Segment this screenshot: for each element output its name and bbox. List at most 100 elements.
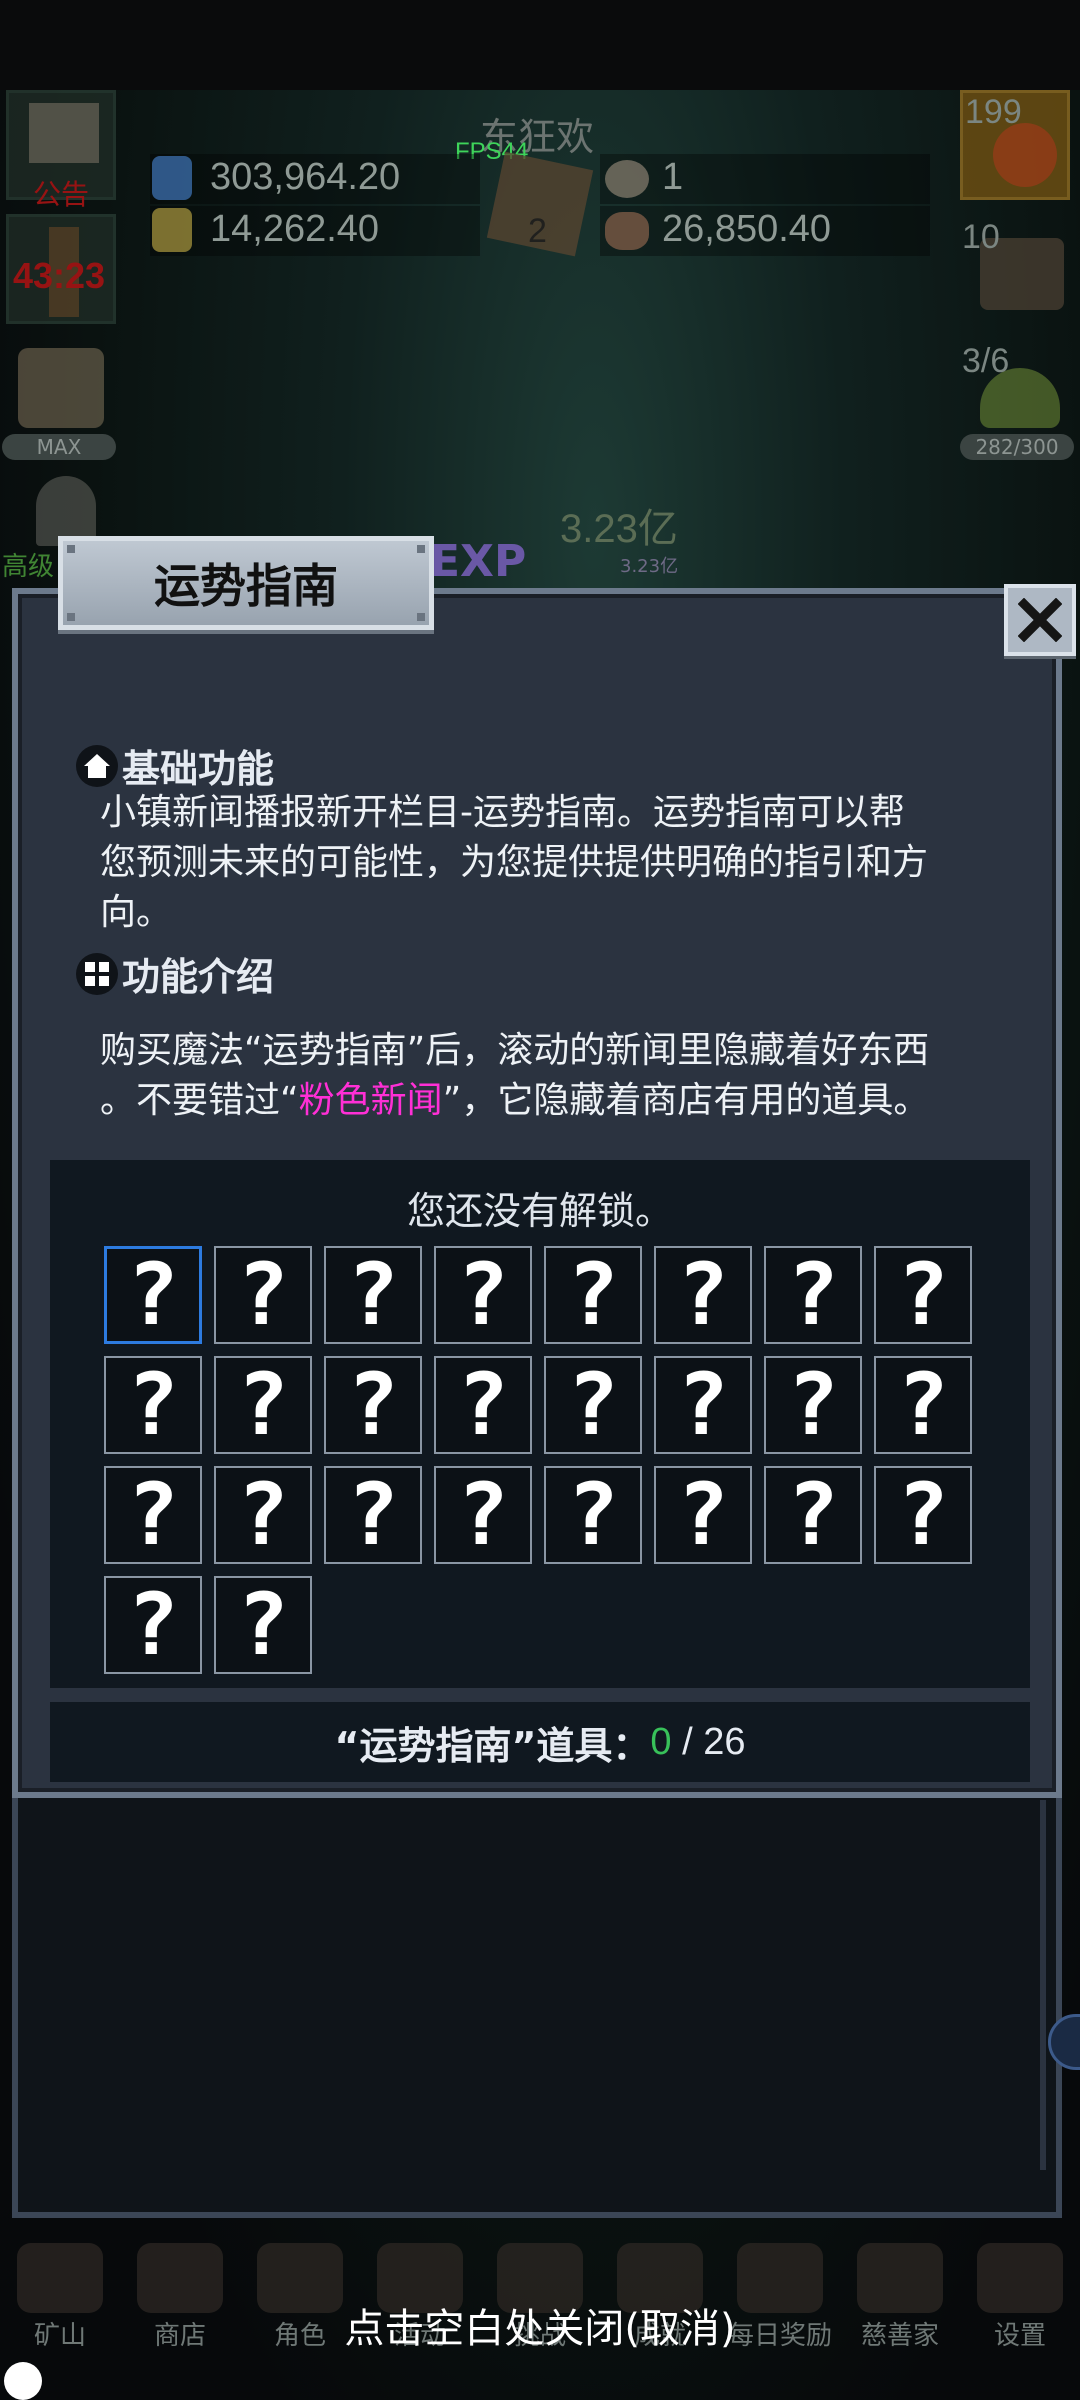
home-icon [76, 744, 118, 787]
beer-icon [18, 348, 104, 428]
slime-count: 3/6 [962, 342, 1010, 380]
locked-item-slot[interactable]: ? [764, 1356, 862, 1454]
locked-item-slot[interactable]: ? [544, 1466, 642, 1564]
question-mark-icon: ? [457, 1355, 509, 1455]
locked-item-slot[interactable]: ? [104, 1466, 202, 1564]
locked-item-slot[interactable]: ? [874, 1246, 972, 1344]
locked-item-slot[interactable]: ? [764, 1466, 862, 1564]
question-mark-icon: ? [897, 1355, 949, 1455]
stone-icon [605, 160, 649, 198]
section-intro-line-2-b: ”，它隐藏着商店有用的道具。 [442, 1080, 930, 1121]
section-intro-line-1: 购买魔法“运势指南”后，滚动的新闻里隐藏着好东西 [100, 1030, 930, 1071]
locked-item-slot[interactable]: ? [434, 1246, 532, 1344]
mana-amount: 303,964.20 [210, 156, 401, 198]
section-basic-heading: 基础功能 [76, 738, 274, 793]
section-basic-title: 基础功能 [122, 747, 275, 791]
locked-item-slot[interactable]: ? [434, 1356, 532, 1454]
locked-item-slot[interactable]: ? [104, 1576, 202, 1674]
question-mark-icon: ? [237, 1465, 289, 1565]
close-hint[interactable]: 点击空白处关闭(取消) [0, 2296, 1080, 2354]
beer-button[interactable] [6, 338, 116, 448]
counter-label: “运势指南”道具： [334, 1723, 651, 1768]
locked-item-slot[interactable]: ? [434, 1466, 532, 1564]
question-mark-icon: ? [347, 1245, 399, 1345]
locked-item-slot[interactable]: ? [544, 1356, 642, 1454]
question-mark-icon: ? [567, 1245, 619, 1345]
potion-count: 199 [965, 93, 1022, 131]
locked-item-slot[interactable]: ? [104, 1356, 202, 1454]
meat-amount: 26,850.40 [662, 208, 832, 250]
section-intro-heading: 功能介绍 [76, 946, 274, 1001]
pink-news-highlight: 粉色新闻 [298, 1080, 443, 1121]
scrollbar[interactable] [1040, 1800, 1046, 2170]
section-intro-line-2-a: 。不要错过“ [100, 1080, 299, 1121]
close-button[interactable] [1004, 584, 1076, 656]
question-mark-icon: ? [347, 1355, 399, 1455]
question-mark-icon: ? [567, 1355, 619, 1455]
locked-item-slot[interactable]: ? [324, 1246, 422, 1344]
locked-message: 您还没有解锁。 [406, 1189, 673, 1233]
question-mark-icon: ? [677, 1245, 729, 1345]
locked-item-slot[interactable]: ? [654, 1246, 752, 1344]
question-mark-icon: ? [237, 1245, 289, 1345]
gold-potion-icon [152, 208, 192, 252]
locked-item-slot[interactable]: ? [874, 1466, 972, 1564]
locked-item-slot[interactable]: ? [874, 1356, 972, 1454]
question-mark-icon: ? [787, 1355, 839, 1455]
dialog-title: 运势指南 [154, 559, 338, 613]
question-mark-icon: ? [457, 1465, 509, 1565]
question-mark-icon: ? [457, 1245, 509, 1345]
book-count: 2 [528, 212, 547, 250]
locked-item-slot[interactable]: ? [324, 1356, 422, 1454]
dialog-title-plate: 运势指南 [58, 536, 434, 630]
stone-amount: 1 [662, 156, 684, 198]
meat-icon [605, 212, 649, 250]
bg-loot-amount-small: 3.23亿 [620, 556, 679, 577]
scroll-icon [29, 103, 99, 163]
slime-progress: 282/300 [960, 434, 1074, 460]
locked-item-slot[interactable]: ? [214, 1246, 312, 1344]
notice-label: 公告 [33, 178, 90, 211]
notice-button[interactable]: 公告 [6, 90, 116, 211]
touch-indicator [4, 2362, 42, 2400]
locked-item-slot[interactable]: ? [214, 1466, 312, 1564]
section-basic-line-2: 您预测未来的可能性，为您提供提供明确的指引和方 [100, 842, 929, 883]
section-basic-line-1: 小镇新闻播报新开栏目-运势指南。运势指南可以帮 [100, 792, 905, 833]
question-mark-icon: ? [347, 1465, 399, 1565]
bg-exp-label: EXP [430, 536, 527, 587]
question-mark-icon: ? [567, 1465, 619, 1565]
locked-item-slot[interactable]: ? [214, 1576, 312, 1674]
locked-item-slot[interactable]: ? [324, 1466, 422, 1564]
slime-button[interactable]: 3/6 [960, 338, 1070, 448]
potion-icon [993, 123, 1057, 187]
question-mark-icon: ? [787, 1245, 839, 1345]
item-counter-bar: “运势指南”道具： 0 / 26 [50, 1702, 1030, 1782]
gold-amount: 14,262.40 [210, 208, 380, 250]
locked-item-slot[interactable]: ? [654, 1356, 752, 1454]
question-mark-icon: ? [127, 1575, 179, 1675]
question-mark-icon: ? [237, 1575, 289, 1675]
dialog-lower-panel [12, 1798, 1062, 2218]
question-mark-icon: ? [677, 1355, 729, 1455]
locked-item-slot[interactable]: ? [214, 1356, 312, 1454]
status-area [0, 0, 1080, 90]
mana-potion-icon [152, 156, 192, 200]
locked-item-slot[interactable]: ? [104, 1246, 202, 1344]
timer-label: 43:23 [13, 255, 106, 296]
locked-item-slot[interactable]: ? [654, 1466, 752, 1564]
resource-row-3 [600, 154, 930, 204]
torch-timer-button[interactable]: 43:23 [6, 214, 116, 324]
potion-button[interactable]: 199 [960, 90, 1070, 200]
question-mark-icon: ? [127, 1465, 179, 1565]
max-badge: MAX [2, 434, 116, 460]
chest-count: 10 [962, 218, 1000, 256]
counter-value: 0 [650, 1720, 672, 1763]
section-basic-line-3: 向。 [100, 892, 173, 933]
chest-button[interactable]: 10 [960, 214, 1070, 324]
question-mark-icon: ? [127, 1245, 179, 1345]
locked-item-slot[interactable]: ? [544, 1246, 642, 1344]
question-mark-icon: ? [897, 1465, 949, 1565]
section-intro-title: 功能介绍 [122, 955, 275, 999]
locked-item-slot[interactable]: ? [764, 1246, 862, 1344]
section-basic-text: 小镇新闻播报新开栏目-运势指南。运势指南可以帮 您预测未来的可能性，为您提供提供… [100, 788, 1040, 938]
